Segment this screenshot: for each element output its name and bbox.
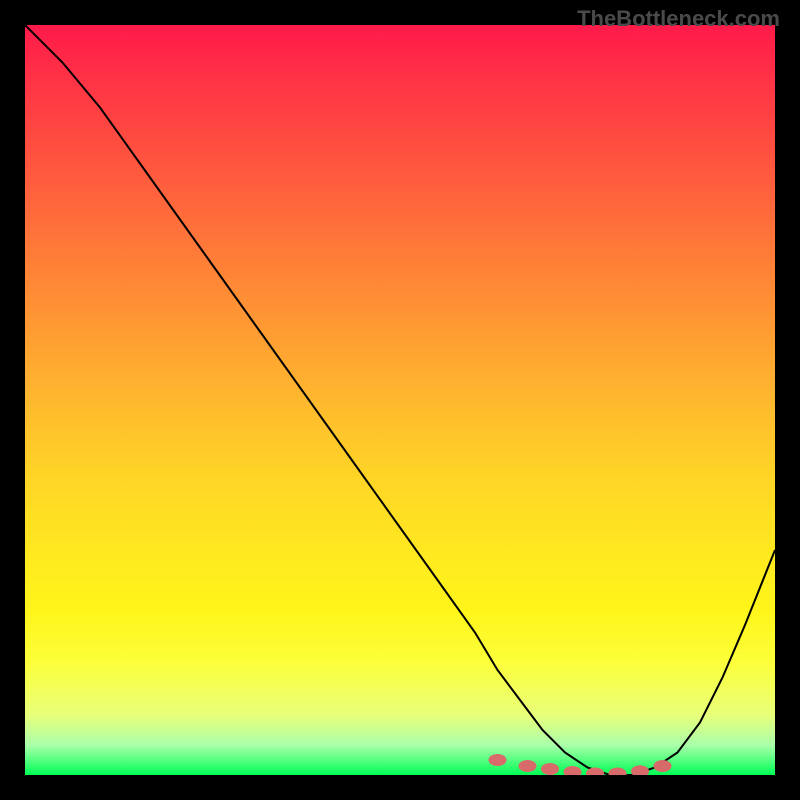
plot-area [25, 25, 775, 775]
marker-point [631, 765, 649, 775]
marker-point [654, 760, 672, 772]
marker-point [541, 763, 559, 775]
marker-point [609, 768, 627, 776]
chart-svg [25, 25, 775, 775]
marker-point [519, 760, 537, 772]
highlight-markers [489, 754, 672, 775]
marker-point [564, 766, 582, 775]
watermark-text: TheBottleneck.com [577, 6, 780, 32]
bottleneck-curve [25, 25, 775, 775]
marker-point [489, 754, 507, 766]
